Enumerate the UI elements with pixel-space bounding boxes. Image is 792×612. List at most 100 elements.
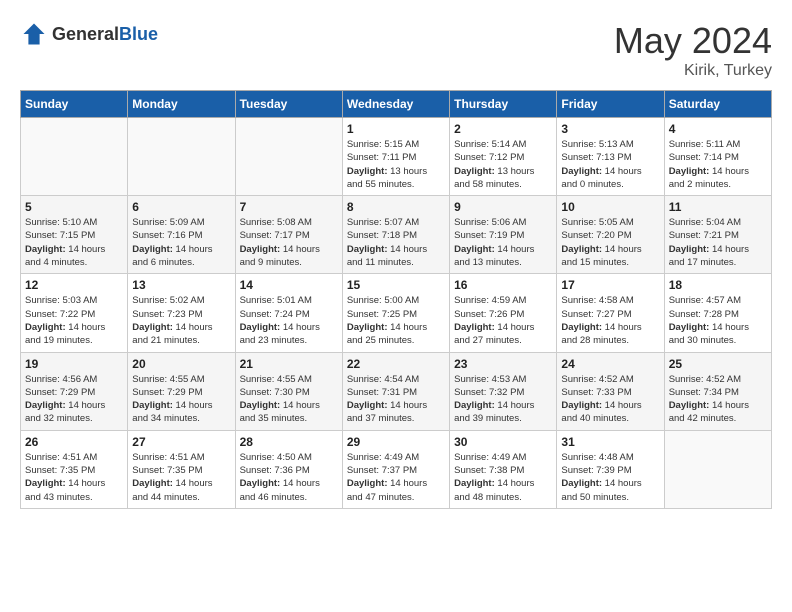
day-info: Sunrise: 4:53 AMSunset: 7:32 PMDaylight:… [454, 373, 552, 426]
day-number: 9 [454, 200, 552, 214]
day-number: 3 [561, 122, 659, 136]
weekday-header-saturday: Saturday [664, 91, 771, 118]
logo-icon [20, 20, 48, 48]
day-number: 28 [240, 435, 338, 449]
day-info: Sunrise: 4:55 AMSunset: 7:29 PMDaylight:… [132, 373, 230, 426]
day-number: 8 [347, 200, 445, 214]
calendar-cell [21, 118, 128, 196]
day-info: Sunrise: 5:03 AMSunset: 7:22 PMDaylight:… [25, 294, 123, 347]
day-number: 18 [669, 278, 767, 292]
weekday-header-thursday: Thursday [450, 91, 557, 118]
calendar-cell: 30 Sunrise: 4:49 AMSunset: 7:38 PMDayligh… [450, 430, 557, 508]
day-info: Sunrise: 5:06 AMSunset: 7:19 PMDaylight:… [454, 216, 552, 269]
calendar-cell: 13 Sunrise: 5:02 AMSunset: 7:23 PMDayligh… [128, 274, 235, 352]
calendar-cell [128, 118, 235, 196]
calendar-week-row: 19 Sunrise: 4:56 AMSunset: 7:29 PMDayligh… [21, 352, 772, 430]
day-info: Sunrise: 4:52 AMSunset: 7:34 PMDaylight:… [669, 373, 767, 426]
calendar-week-row: 26 Sunrise: 4:51 AMSunset: 7:35 PMDayligh… [21, 430, 772, 508]
day-number: 14 [240, 278, 338, 292]
calendar-cell: 11 Sunrise: 5:04 AMSunset: 7:21 PMDayligh… [664, 196, 771, 274]
day-info: Sunrise: 5:04 AMSunset: 7:21 PMDaylight:… [669, 216, 767, 269]
calendar-cell: 6Sunrise: 5:09 AMSunset: 7:16 PMDaylight… [128, 196, 235, 274]
title-block: May 2024 Kirik, Turkey [614, 20, 772, 80]
calendar-cell: 12 Sunrise: 5:03 AMSunset: 7:22 PMDayligh… [21, 274, 128, 352]
day-number: 16 [454, 278, 552, 292]
calendar-cell: 27 Sunrise: 4:51 AMSunset: 7:35 PMDayligh… [128, 430, 235, 508]
day-number: 27 [132, 435, 230, 449]
weekday-header-friday: Friday [557, 91, 664, 118]
day-number: 1 [347, 122, 445, 136]
day-info: Sunrise: 4:54 AMSunset: 7:31 PMDaylight:… [347, 373, 445, 426]
day-number: 25 [669, 357, 767, 371]
day-info: Sunrise: 4:49 AMSunset: 7:37 PMDaylight:… [347, 451, 445, 504]
calendar-cell [664, 430, 771, 508]
day-info: Sunrise: 4:52 AMSunset: 7:33 PMDaylight:… [561, 373, 659, 426]
calendar-cell [235, 118, 342, 196]
month-title: May 2024 [614, 20, 772, 62]
day-number: 24 [561, 357, 659, 371]
calendar-cell: 2Sunrise: 5:14 AMSunset: 7:12 PMDaylight… [450, 118, 557, 196]
day-info: Sunrise: 4:49 AMSunset: 7:38 PMDaylight:… [454, 451, 552, 504]
day-number: 30 [454, 435, 552, 449]
page-header: GeneralBlue May 2024 Kirik, Turkey [20, 20, 772, 80]
day-number: 20 [132, 357, 230, 371]
weekday-header-monday: Monday [128, 91, 235, 118]
day-number: 11 [669, 200, 767, 214]
day-info: Sunrise: 5:02 AMSunset: 7:23 PMDaylight:… [132, 294, 230, 347]
weekday-header-wednesday: Wednesday [342, 91, 449, 118]
day-info: Sunrise: 5:14 AMSunset: 7:12 PMDaylight:… [454, 138, 552, 191]
day-info: Sunrise: 4:48 AMSunset: 7:39 PMDaylight:… [561, 451, 659, 504]
calendar-week-row: 5 Sunrise: 5:10 AMSunset: 7:15 PMDaylight… [21, 196, 772, 274]
day-info: Sunrise: 5:11 AMSunset: 7:14 PMDaylight:… [669, 138, 767, 191]
day-number: 17 [561, 278, 659, 292]
day-info: Sunrise: 5:08 AMSunset: 7:17 PMDaylight:… [240, 216, 338, 269]
day-number: 7 [240, 200, 338, 214]
calendar-cell: 8Sunrise: 5:07 AMSunset: 7:18 PMDaylight… [342, 196, 449, 274]
day-number: 29 [347, 435, 445, 449]
calendar-cell: 18 Sunrise: 4:57 AMSunset: 7:28 PMDayligh… [664, 274, 771, 352]
logo-general-text: General [52, 24, 119, 44]
logo: GeneralBlue [20, 20, 158, 48]
day-info: Sunrise: 4:56 AMSunset: 7:29 PMDaylight:… [25, 373, 123, 426]
day-number: 22 [347, 357, 445, 371]
day-info: Sunrise: 5:10 AMSunset: 7:15 PMDaylight:… [25, 216, 123, 269]
calendar-cell: 14Sunrise: 5:01 AMSunset: 7:24 PMDayligh… [235, 274, 342, 352]
day-info: Sunrise: 4:57 AMSunset: 7:28 PMDaylight:… [669, 294, 767, 347]
day-number: 5 [25, 200, 123, 214]
day-info: Sunrise: 5:09 AMSunset: 7:16 PMDaylight:… [132, 216, 230, 269]
calendar-cell: 20 Sunrise: 4:55 AMSunset: 7:29 PMDayligh… [128, 352, 235, 430]
logo-blue-text: Blue [119, 24, 158, 44]
calendar-cell: 24 Sunrise: 4:52 AMSunset: 7:33 PMDayligh… [557, 352, 664, 430]
calendar-cell: 4 Sunrise: 5:11 AMSunset: 7:14 PMDaylight… [664, 118, 771, 196]
day-number: 12 [25, 278, 123, 292]
calendar-cell: 17 Sunrise: 4:58 AMSunset: 7:27 PMDayligh… [557, 274, 664, 352]
calendar-cell: 25 Sunrise: 4:52 AMSunset: 7:34 PMDayligh… [664, 352, 771, 430]
calendar-week-row: 1Sunrise: 5:15 AMSunset: 7:11 PMDaylight… [21, 118, 772, 196]
day-number: 23 [454, 357, 552, 371]
calendar-cell: 26Sunrise: 4:51 AMSunset: 7:35 PMDayligh… [21, 430, 128, 508]
calendar-cell: 22 Sunrise: 4:54 AMSunset: 7:31 PMDayligh… [342, 352, 449, 430]
calendar-week-row: 12 Sunrise: 5:03 AMSunset: 7:22 PMDayligh… [21, 274, 772, 352]
calendar-cell: 31Sunrise: 4:48 AMSunset: 7:39 PMDayligh… [557, 430, 664, 508]
day-info: Sunrise: 4:58 AMSunset: 7:27 PMDaylight:… [561, 294, 659, 347]
day-info: Sunrise: 4:59 AMSunset: 7:26 PMDaylight:… [454, 294, 552, 347]
day-info: Sunrise: 5:13 AMSunset: 7:13 PMDaylight:… [561, 138, 659, 191]
calendar-cell: 3 Sunrise: 5:13 AMSunset: 7:13 PMDaylight… [557, 118, 664, 196]
day-number: 4 [669, 122, 767, 136]
calendar-cell: 19 Sunrise: 4:56 AMSunset: 7:29 PMDayligh… [21, 352, 128, 430]
day-number: 13 [132, 278, 230, 292]
day-info: Sunrise: 4:55 AMSunset: 7:30 PMDaylight:… [240, 373, 338, 426]
calendar-cell: 21 Sunrise: 4:55 AMSunset: 7:30 PMDayligh… [235, 352, 342, 430]
day-number: 26 [25, 435, 123, 449]
day-info: Sunrise: 5:05 AMSunset: 7:20 PMDaylight:… [561, 216, 659, 269]
calendar-cell: 7 Sunrise: 5:08 AMSunset: 7:17 PMDaylight… [235, 196, 342, 274]
calendar-cell: 16 Sunrise: 4:59 AMSunset: 7:26 PMDayligh… [450, 274, 557, 352]
calendar-table: SundayMondayTuesdayWednesdayThursdayFrid… [20, 90, 772, 509]
calendar-cell: 15Sunrise: 5:00 AMSunset: 7:25 PMDayligh… [342, 274, 449, 352]
calendar-cell: 5 Sunrise: 5:10 AMSunset: 7:15 PMDaylight… [21, 196, 128, 274]
calendar-cell: 9 Sunrise: 5:06 AMSunset: 7:19 PMDaylight… [450, 196, 557, 274]
calendar-cell: 1Sunrise: 5:15 AMSunset: 7:11 PMDaylight… [342, 118, 449, 196]
day-info: Sunrise: 4:51 AMSunset: 7:35 PMDaylight:… [132, 451, 230, 504]
day-number: 21 [240, 357, 338, 371]
day-number: 19 [25, 357, 123, 371]
